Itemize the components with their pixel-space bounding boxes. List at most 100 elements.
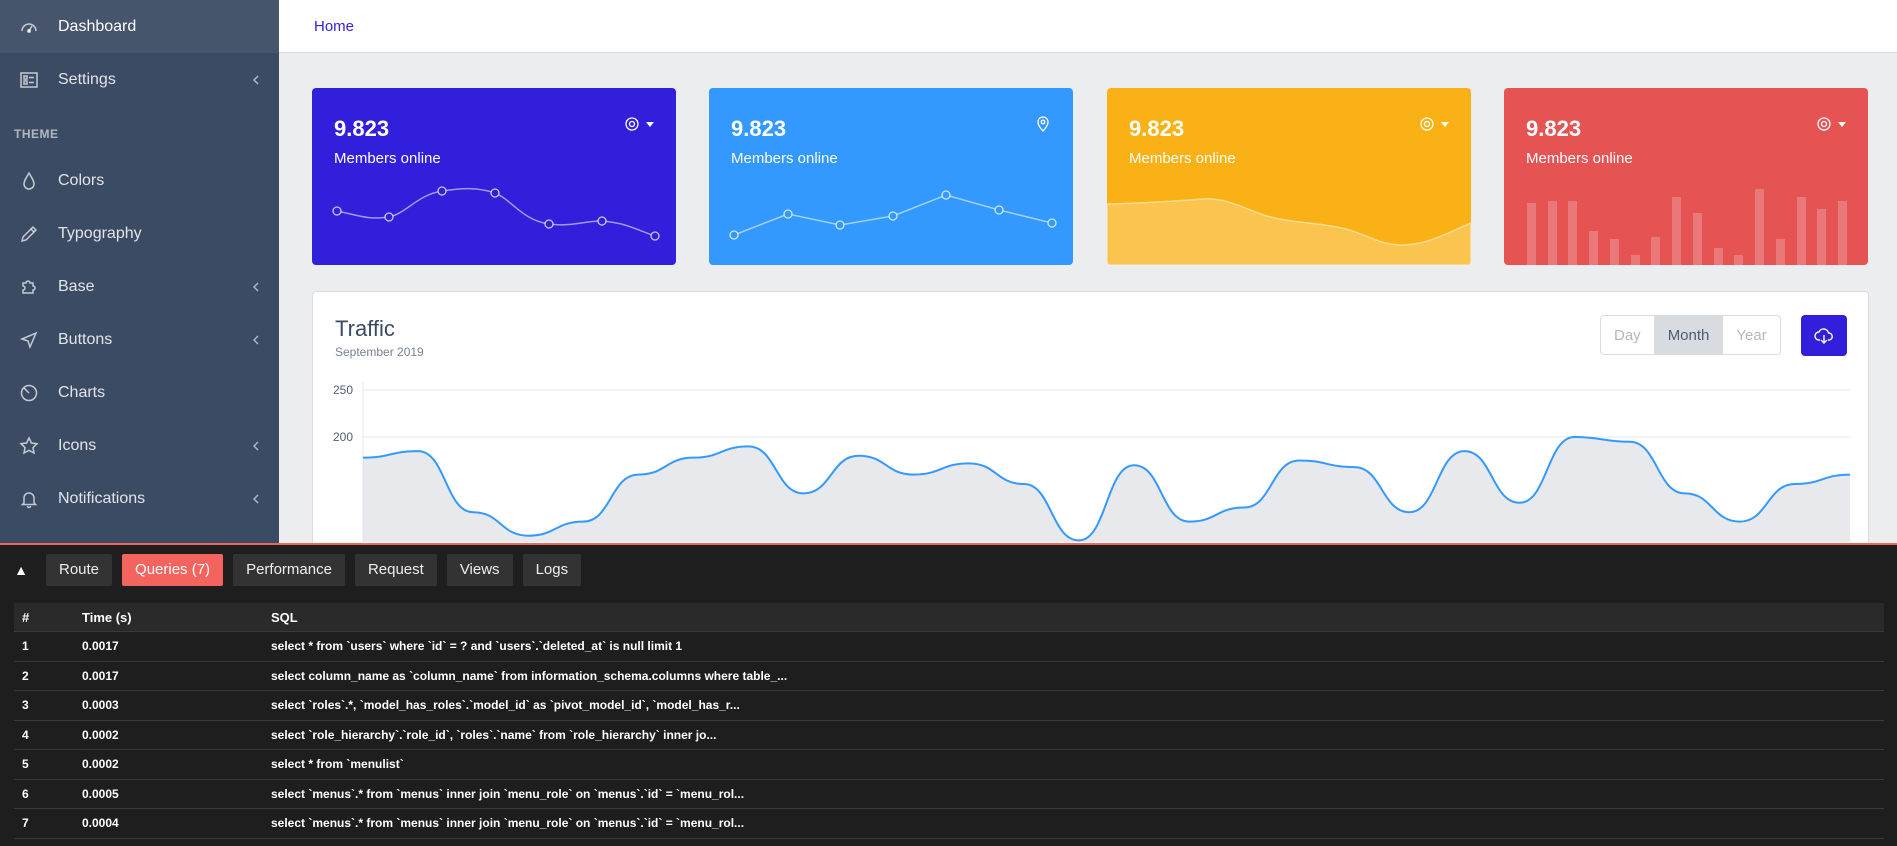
widget-value: 9.823 (731, 116, 787, 141)
widget-card-4: 9.823 Members online (1504, 88, 1868, 265)
row-time: 0.0017 (82, 639, 119, 654)
sidebar-item-label: Icons (58, 436, 97, 454)
widget-label: Members online (731, 150, 838, 167)
sidebar-item-notifications[interactable]: Notifications (0, 472, 279, 525)
cloud-download-icon (1814, 327, 1833, 344)
debugbar-toggle-icon[interactable]: ▲ (10, 562, 32, 578)
sidebar-item-label: Charts (58, 383, 106, 401)
sparkline-chart (332, 186, 660, 241)
table-row[interactable]: 4 0.0002 select `role_hierarchy`.`role_i… (14, 721, 1884, 750)
debugbar-tab-route[interactable]: Route (46, 553, 113, 586)
row-sql: select `roles`.*, `model_has_roles`.`mod… (271, 698, 740, 713)
widget-value: 9.823 (334, 116, 390, 141)
traffic-title: Traffic (335, 316, 395, 341)
gear-icon (625, 117, 639, 131)
drop-icon (18, 170, 40, 192)
range-button-year[interactable]: Year (1723, 316, 1779, 354)
chevron-left-icon (252, 281, 259, 292)
row-sql: select `role_hierarchy`.`role_id`, `role… (271, 727, 717, 742)
row-number: 1 (22, 639, 29, 654)
table-row[interactable]: 5 0.0002 select * from `menulist` (14, 750, 1884, 780)
table-row[interactable]: 2 0.0017 select column_name as `column_n… (14, 662, 1884, 691)
widget-card-1: 9.823 Members online (312, 88, 676, 265)
range-button-day[interactable]: Day (1601, 316, 1655, 354)
debugbar-tab-request[interactable]: Request (354, 553, 437, 586)
pencil-icon (18, 223, 40, 245)
sidebar-item-settings[interactable]: Settings (0, 53, 279, 106)
debugbar-tab-queries[interactable]: Queries (7) (122, 553, 224, 586)
speedometer-icon (18, 16, 40, 38)
sidebar-item-base[interactable]: Base (0, 260, 279, 313)
column-header-time: Time (s) (82, 609, 132, 625)
breadcrumb-home[interactable]: Home (314, 18, 354, 35)
sidebar-item-buttons[interactable]: Buttons (0, 313, 279, 366)
widget-value: 9.823 (1526, 116, 1582, 141)
traffic-subtitle: September 2019 (335, 345, 424, 359)
table-header: # Time (s) SQL (14, 603, 1884, 632)
table-row[interactable]: 3 0.0003 select `roles`.*, `model_has_ro… (14, 691, 1884, 721)
widget-location-button[interactable] (1035, 116, 1051, 132)
table-row[interactable]: 1 0.0017 select * from `users` where `id… (14, 632, 1884, 662)
widget-card-3: 9.823 Members online (1107, 88, 1471, 265)
bar-chart (1527, 189, 1847, 265)
row-number: 5 (22, 757, 29, 772)
debugbar: ▲ Route Queries (7) Performance Request … (0, 543, 1897, 846)
caret-down-icon (1441, 121, 1449, 127)
header: Home (279, 0, 1897, 53)
row-sql: select column_name as `column_name` from… (271, 668, 788, 683)
row-time: 0.0002 (82, 757, 119, 772)
queries-table: # Time (s) SQL 1 0.0017 select * from `u… (14, 603, 1884, 839)
y-tick-label: 250 (333, 383, 353, 397)
sidebar-item-label: Buttons (58, 330, 113, 348)
range-button-group: Day Month Year (1600, 315, 1781, 355)
debugbar-tab-logs[interactable]: Logs (522, 553, 582, 586)
chevron-left-icon (252, 493, 259, 504)
widget-label: Members online (1526, 150, 1633, 167)
table-row[interactable]: 6 0.0005 select `menus`.* from `menus` i… (14, 780, 1884, 809)
sidebar-item-typography[interactable]: Typography (0, 207, 279, 260)
widget-dropdown-toggle[interactable] (1816, 116, 1846, 132)
sidebar-item-dashboard[interactable]: Dashboard (0, 0, 279, 53)
gear-icon (1420, 117, 1434, 131)
sidebar-item-label: Typography (58, 224, 142, 242)
widget-value: 9.823 (1129, 116, 1185, 141)
location-pin-icon (1037, 116, 1049, 132)
row-sql: select `menus`.* from `menus` inner join… (271, 816, 745, 831)
row-number: 7 (22, 816, 29, 831)
widget-label: Members online (1129, 150, 1236, 167)
sidebar: Dashboard Settings THEME Colors Typograp… (0, 0, 279, 545)
sidebar-item-label: Dashboard (58, 17, 137, 35)
bell-icon (18, 488, 40, 510)
sidebar-item-charts[interactable]: Charts (0, 366, 279, 419)
row-time: 0.0002 (82, 727, 119, 742)
chevron-left-icon (252, 440, 259, 451)
widget-card-2: 9.823 Members online (709, 88, 1073, 265)
sidebar-item-label: Base (58, 277, 95, 295)
row-time: 0.0017 (82, 668, 119, 683)
chevron-left-icon (252, 334, 259, 345)
caret-down-icon (1838, 121, 1846, 127)
widget-dropdown-toggle[interactable] (624, 116, 654, 132)
row-number: 6 (22, 786, 29, 801)
download-button[interactable] (1801, 315, 1847, 356)
cursor-icon (18, 329, 40, 351)
gear-icon (1817, 117, 1831, 131)
row-sql: select `menus`.* from `menus` inner join… (271, 786, 745, 801)
debugbar-tabs: ▲ Route Queries (7) Performance Request … (0, 545, 1897, 594)
sidebar-section-title: THEME (14, 127, 59, 141)
row-time: 0.0005 (82, 786, 119, 801)
widget-label: Members online (334, 150, 441, 167)
range-button-month[interactable]: Month (1654, 316, 1724, 354)
table-row[interactable]: 7 0.0004 select `menus`.* from `menus` i… (14, 809, 1884, 839)
debugbar-tab-views[interactable]: Views (446, 553, 513, 586)
debugbar-tab-performance[interactable]: Performance (233, 553, 345, 586)
area-chart (1107, 198, 1471, 265)
sidebar-item-icons[interactable]: Icons (0, 419, 279, 472)
column-header-sql: SQL (271, 609, 298, 625)
star-icon (18, 435, 40, 457)
widget-dropdown-toggle[interactable] (1419, 116, 1449, 132)
chevron-left-icon (252, 74, 259, 85)
row-number: 4 (22, 727, 29, 742)
sidebar-item-label: Colors (58, 171, 105, 189)
sidebar-item-colors[interactable]: Colors (0, 154, 279, 207)
